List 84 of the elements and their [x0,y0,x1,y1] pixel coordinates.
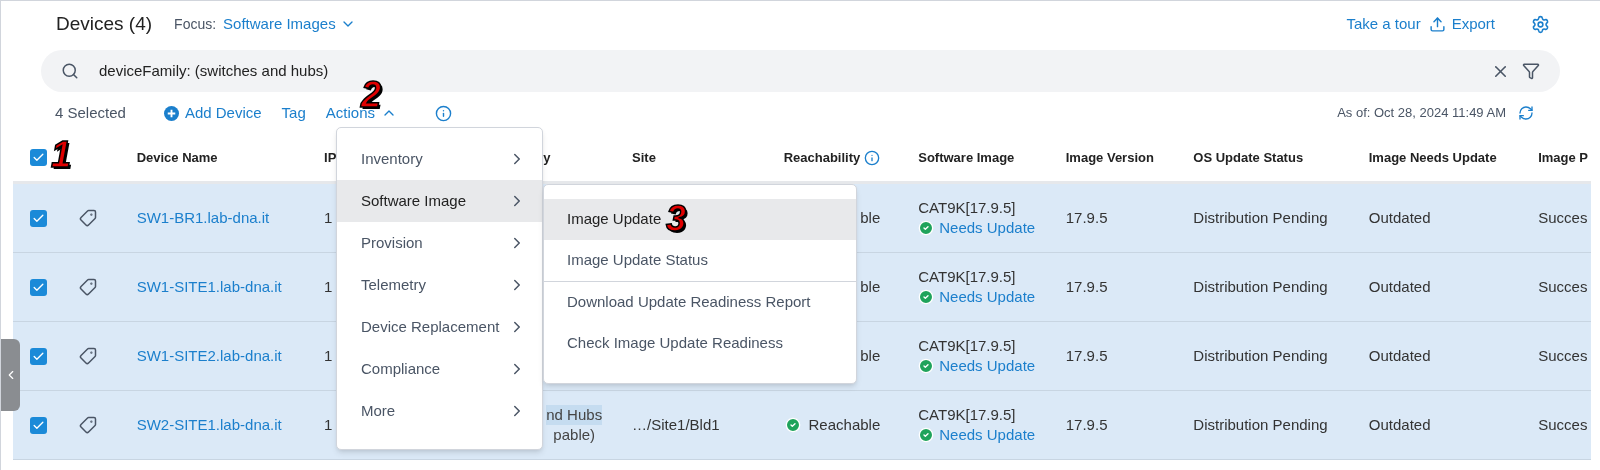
menu-item[interactable]: Download Update Readiness Report [544,282,856,323]
version-cell: 17.9.5 [1065,346,1108,364]
menu-item[interactable]: Device Replacement [337,306,542,348]
checkbox[interactable] [30,209,47,227]
ip-cell: 1 [324,277,333,295]
checkbox[interactable] [30,278,47,296]
column-header: Device Name [136,149,218,165]
focus-dropdown[interactable]: Software Images [223,12,356,36]
page-title: Devices (4) [56,11,153,36]
annotation-number: 3 [666,198,687,239]
ip-cell: 1 [324,208,333,226]
reachability-cell-text: ble [860,345,881,366]
settings-icon[interactable] [1531,14,1550,34]
filter-icon[interactable] [1522,62,1540,80]
checkbox[interactable] [30,149,47,166]
info-icon[interactable] [864,149,881,166]
menu-item[interactable]: Inventory [337,138,542,180]
check-circle-icon [918,289,935,305]
column-header: Image Version [1065,149,1154,165]
focus-label: Focus: [174,14,217,34]
needs-update-cell: Outdated [1368,346,1431,364]
column-header: Image Needs Update [1368,149,1497,165]
family-cell-text: pable) [553,425,596,445]
column-header: Software Image [918,149,1015,165]
ip-cell: 1 [324,415,333,433]
menu-item[interactable]: Telemetry [337,264,542,306]
check-circle-icon [918,427,935,443]
annotation-number: 1 [51,134,72,175]
table-cell: Succes [1538,346,1588,364]
refresh-icon[interactable] [1518,105,1534,121]
software-image-cell-text: CAT9K[17.9.5] [918,267,1017,287]
family-cell-text: nd Hubs [546,405,603,425]
os-status-cell: Distribution Pending [1193,277,1328,295]
version-cell: 17.9.5 [1065,415,1108,433]
column-header: Reachability [783,148,861,167]
timestamp: As of: Oct 28, 2024 11:49 AM [1337,104,1506,123]
os-status-cell: Distribution Pending [1193,415,1328,433]
tag-button[interactable]: Tag [281,101,306,125]
column-header: IP [324,149,337,165]
column-header: y [543,149,551,165]
menu-item[interactable]: Compliance [337,348,542,390]
reachability-cell-text: ble [860,276,881,297]
site-cell: …/Site1/Bld1 [632,415,720,433]
search-icon [61,62,79,80]
menu-item[interactable]: Check Image Update Readiness [544,323,856,364]
os-status-cell: Distribution Pending [1193,208,1328,226]
plus-circle-icon [163,105,179,121]
needs-update-cell: Outdated [1368,208,1431,226]
version-cell: 17.9.5 [1065,208,1108,226]
tag-icon[interactable] [78,209,97,227]
column-header: Image P [1538,149,1589,165]
ip-cell: 1 [324,346,333,364]
software-image-cell-text: CAT9K[17.9.5] [918,336,1017,356]
column-header: OS Update Status [1193,149,1304,165]
os-status-cell: Distribution Pending [1193,346,1328,364]
version-cell: 17.9.5 [1065,277,1108,295]
upload-icon [1428,15,1446,33]
add-device-button[interactable]: Add Device [163,101,262,125]
software-image-cell-text: CAT9K[17.9.5] [918,198,1017,218]
device-name-link[interactable]: SW1-BR1.lab-dna.it [136,208,270,226]
selected-count: 4 Selected [55,102,126,123]
tour-link[interactable]: Take a tour [1346,12,1421,36]
tag-icon[interactable] [78,416,97,434]
table-cell: Succes [1538,208,1588,226]
menu-item[interactable]: Software Image [337,180,542,222]
needs-update-cell: Outdated [1368,415,1431,433]
table-cell: Succes [1538,277,1588,295]
column-header: Site [632,149,656,165]
tag-icon[interactable] [78,278,97,296]
reachability-cell-text: Reachable [808,414,881,435]
checkbox[interactable] [30,347,47,365]
menu-item[interactable]: More [337,390,542,432]
needs-update-cell: Outdated [1368,277,1431,295]
software-image-cell-text: CAT9K[17.9.5] [918,405,1017,425]
info-icon[interactable] [435,104,452,122]
tag-icon[interactable] [78,347,97,365]
table-cell: Succes [1538,415,1588,433]
check-circle-icon [918,220,935,236]
export-link[interactable]: Export [1428,12,1495,36]
check-circle-icon [918,358,935,374]
check-icon [32,151,45,164]
reachability-cell-text: ble [860,207,881,228]
collapse-handle[interactable] [1,339,20,411]
checkbox[interactable] [30,416,47,434]
